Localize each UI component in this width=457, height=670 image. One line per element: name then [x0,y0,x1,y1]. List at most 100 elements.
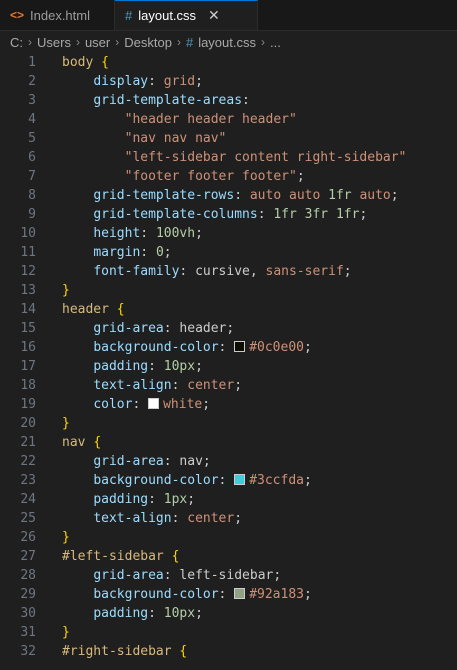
color-swatch[interactable] [234,588,246,599]
value: cursive [195,264,250,279]
code-line: 4 "header header header" [0,110,457,129]
property: display [93,74,149,89]
code-line: 9 grid-template-columns: 1fr 3fr 1fr; [0,205,457,224]
value: nav [179,454,203,469]
breadcrumb-user[interactable]: user [85,35,110,50]
line-number: 3 [28,93,36,108]
breadcrumb: C: › Users › user › Desktop › # layout.c… [0,31,457,53]
value: grid [163,74,196,89]
brace: } [62,625,70,640]
string-value: "nav nav nav" [124,131,227,146]
code-line: 32 #right-sidebar { [0,642,457,661]
code-line: 10 height: 100vh; [0,224,457,243]
line-number: 22 [20,454,36,469]
chevron-right-icon: › [75,35,80,49]
chevron-right-icon: › [28,35,32,49]
code-line: 23 background-color: #3ccfda; [0,471,457,490]
number: 100 [155,226,180,241]
value: center [187,378,235,393]
line-number: 20 [20,416,36,431]
code-line: 28 grid-area: left-sidebar; [0,566,457,585]
string-value: "left-sidebar content right-sidebar" [124,150,407,165]
code-line: 3 grid-template-areas: [0,91,457,110]
value: auto [359,188,391,203]
chevron-right-icon: › [176,35,181,49]
close-icon[interactable]: ✕ [208,7,220,24]
line-number: 32 [20,644,36,659]
code-line: 17 padding: 10px; [0,357,457,376]
value: #3ccfda [249,473,304,488]
line-number: 9 [28,207,36,222]
line-number: 8 [28,188,36,203]
line-number: 16 [20,340,36,355]
code-line: 18 text-align: center; [0,376,457,395]
color-swatch[interactable] [148,398,160,409]
line-number: 23 [20,473,36,488]
brace: { [101,55,109,70]
brace: } [62,283,70,298]
breadcrumb-users[interactable]: Users [37,35,71,50]
code-line: 25 text-align: center; [0,509,457,528]
property: height [93,226,141,241]
unit: fr [312,207,329,222]
line-number: 2 [28,74,36,89]
line-number: 7 [28,169,36,184]
line-number: 26 [20,530,36,545]
unit: fr [343,207,360,222]
tab-layout-css[interactable]: # layout.css ✕ [115,0,258,30]
property: padding [93,492,149,507]
color-swatch[interactable] [234,341,246,352]
unit: fr [335,188,352,203]
tab-index-html[interactable]: <> Index.html [0,0,115,30]
property: margin [93,245,141,260]
code-line: 14 header { [0,300,457,319]
value: center [187,511,235,526]
value: sans-serif [265,264,344,279]
number: 1 [328,188,336,203]
unit: px [171,492,188,507]
code-editor[interactable]: 1 body { 2 display: grid; 3 grid-template… [0,53,457,670]
property: grid-template-areas [93,93,243,108]
value: left-sidebar [179,568,274,583]
breadcrumb-file[interactable]: layout.css [198,35,256,50]
line-number: 18 [20,378,36,393]
line-number: 29 [20,587,36,602]
tab-label: layout.css [138,8,197,23]
value: auto [249,188,282,203]
property: grid-area [93,568,164,583]
selector: #right-sidebar [62,644,172,659]
value: #0c0e00 [249,340,304,355]
code-line: 16 background-color: #0c0e00; [0,338,457,357]
number: 1 [163,492,172,507]
code-line: 26} [0,528,457,547]
breadcrumb-desktop[interactable]: Desktop [124,35,172,50]
property: padding [93,359,149,374]
line-number: 1 [28,55,36,70]
brace: } [62,416,70,431]
code-line: 29 background-color: #92a183; [0,585,457,604]
code-line: 1 body { [0,53,457,72]
code-line: 20} [0,414,457,433]
line-number: 5 [28,131,36,146]
css-file-icon: # [185,34,194,50]
property: grid-template-columns [93,207,258,222]
code-line: 12 font-family: cursive, sans-serif; [0,262,457,281]
property: grid-template-rows [93,188,235,203]
color-swatch[interactable] [234,474,246,485]
string-value: "header header header" [124,112,297,127]
line-number: 31 [20,625,36,640]
code-line: 22 grid-area: nav; [0,452,457,471]
brace: { [116,302,125,317]
line-number: 15 [20,321,36,336]
code-line: 2 display: grid; [0,72,457,91]
selector: nav [62,435,86,450]
value: white [163,397,203,412]
property: text-align [93,378,172,393]
breadcrumb-symbol[interactable]: ... [270,35,281,50]
number: 1 [273,207,282,222]
breadcrumb-drive[interactable]: C: [10,35,23,50]
code-line: 19 color: white; [0,395,457,414]
property: color [93,397,133,412]
line-number: 12 [20,264,36,279]
line-number: 17 [20,359,36,374]
